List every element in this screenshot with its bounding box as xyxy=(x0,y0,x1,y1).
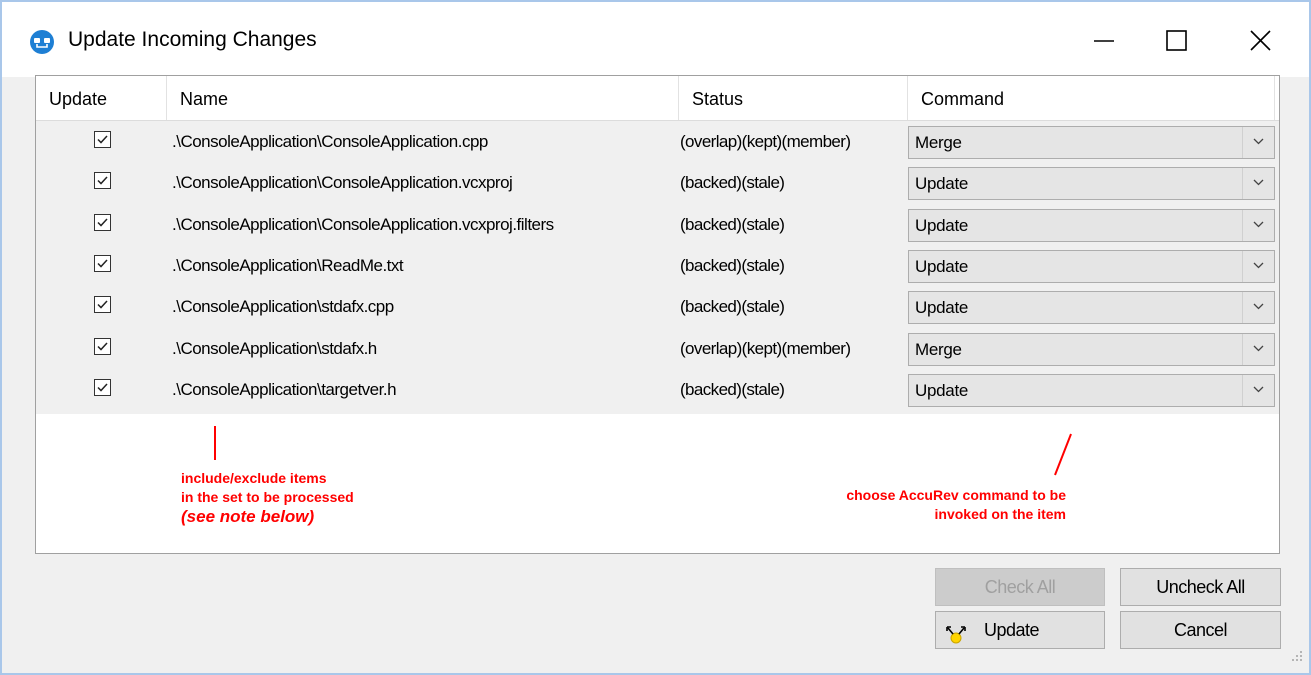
resize-grip-icon[interactable] xyxy=(1291,649,1303,667)
window-title: Update Incoming Changes xyxy=(68,28,317,51)
minimize-icon[interactable] xyxy=(1083,20,1125,62)
accurev-app-icon xyxy=(29,29,55,55)
update-button[interactable]: Update xyxy=(935,611,1105,649)
check-all-button[interactable]: Check All xyxy=(935,568,1105,606)
title-bar: Update Incoming Changes xyxy=(2,2,1309,77)
changes-table: Update Name Status Command .\ConsoleAppl… xyxy=(35,75,1280,554)
uncheck-all-button[interactable]: Uncheck All xyxy=(1120,568,1281,606)
update-incoming-changes-dialog: Update Incoming Changes Update Name Stat… xyxy=(0,0,1311,675)
annotation-text: invoked on the item xyxy=(934,506,1066,522)
annotation-choose-command: choose AccuRev command to be invoked on … xyxy=(766,486,1066,524)
cancel-button[interactable]: Cancel xyxy=(1120,611,1281,649)
close-icon[interactable] xyxy=(1239,20,1281,62)
update-icon xyxy=(944,621,968,657)
annotation-pointer-lines xyxy=(214,426,1072,476)
update-button-label: Update xyxy=(984,620,1040,640)
annotation-text: choose AccuRev command to be xyxy=(846,487,1066,503)
maximize-icon[interactable] xyxy=(1155,20,1197,62)
annotation-line-right xyxy=(1054,433,1072,476)
